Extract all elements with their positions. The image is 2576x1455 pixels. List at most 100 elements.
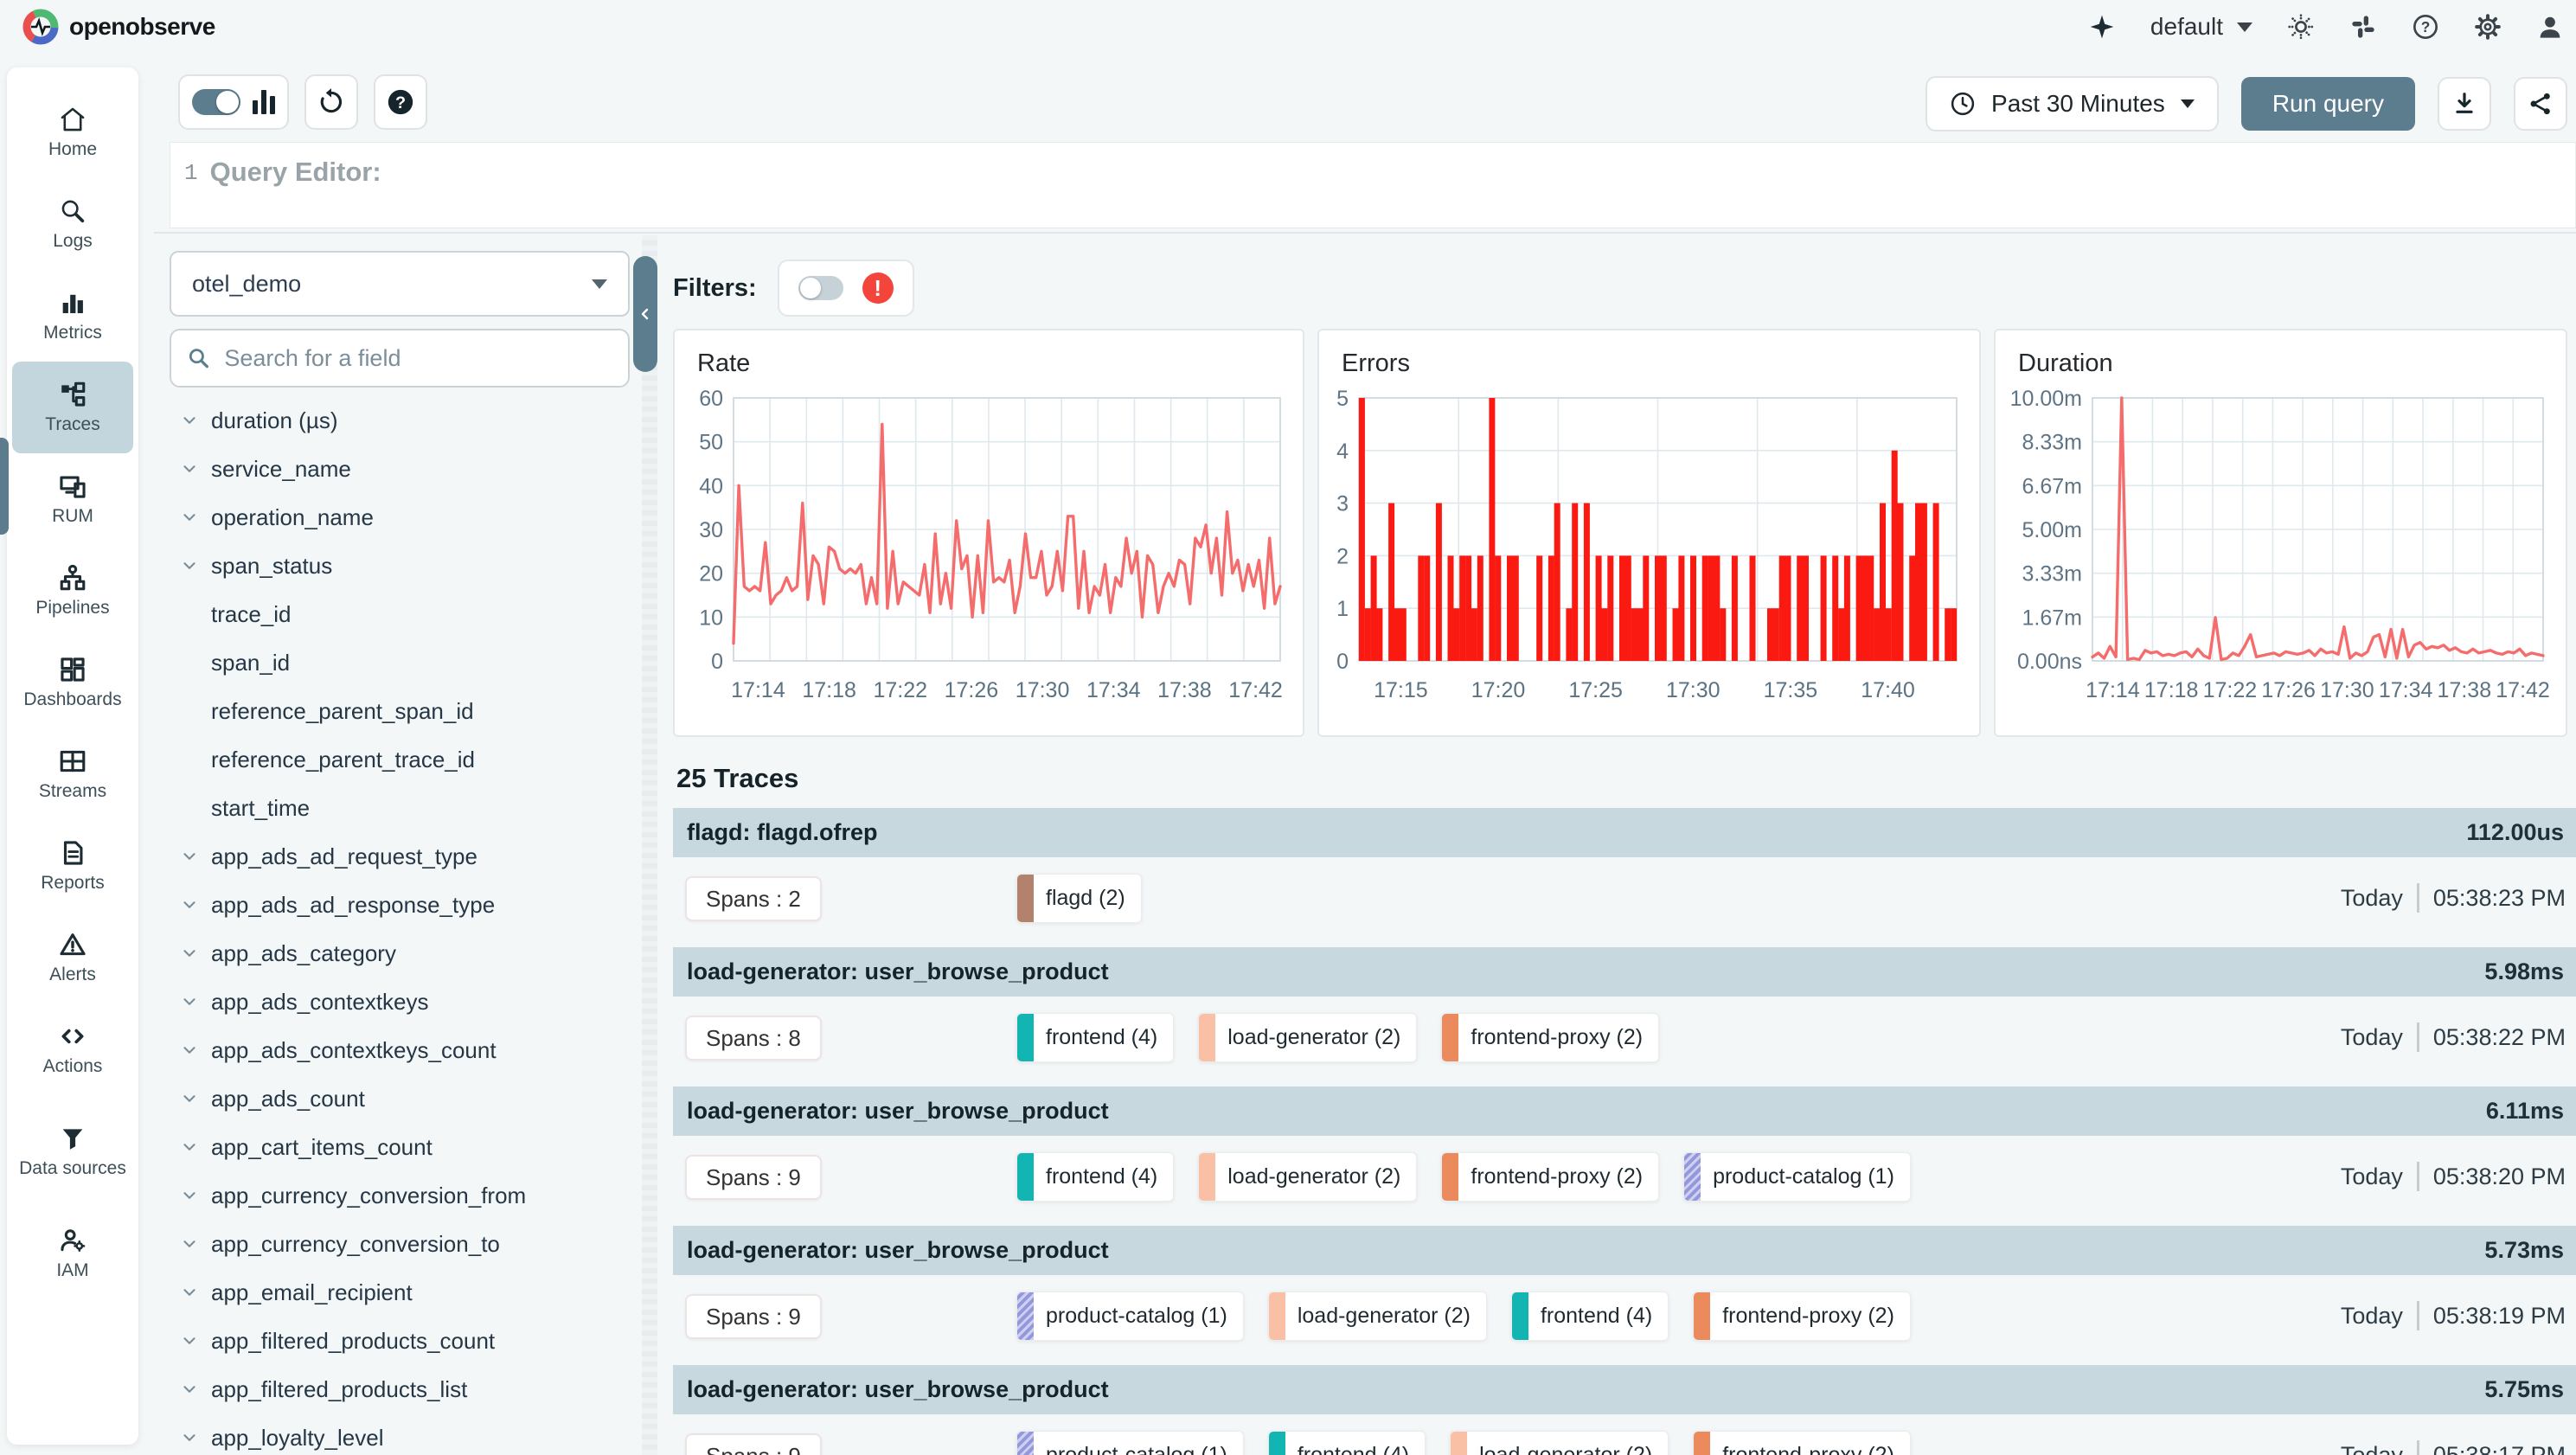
field-item[interactable]: service_name bbox=[170, 445, 630, 493]
run-query-button[interactable]: Run query bbox=[2241, 77, 2415, 131]
ai-sparkle-icon[interactable] bbox=[2088, 13, 2116, 41]
slack-icon[interactable] bbox=[2349, 13, 2377, 41]
query-help-button[interactable]: ? bbox=[374, 74, 427, 130]
sidebar-item-data-sources[interactable]: Data sources bbox=[12, 1095, 133, 1208]
service-chip-flagd[interactable]: flagd (2) bbox=[1016, 874, 1142, 923]
field-item[interactable]: operation_name bbox=[170, 493, 630, 542]
chevron-down-icon[interactable] bbox=[180, 1089, 199, 1108]
field-item[interactable]: app_ads_ad_response_type bbox=[170, 881, 630, 929]
field-item[interactable]: duration (µs) bbox=[170, 396, 630, 445]
trace-row-header[interactable]: load-generator: user_browse_product5.98m… bbox=[673, 947, 2576, 997]
sidebar-item-streams[interactable]: Streams bbox=[12, 728, 133, 820]
spans-count-button[interactable]: Spans : 9 bbox=[685, 1294, 822, 1339]
service-chip-load-generator[interactable]: load-generator (2) bbox=[1198, 1152, 1417, 1202]
spans-count-button[interactable]: Spans : 2 bbox=[685, 876, 822, 921]
sidebar-item-logs[interactable]: Logs bbox=[12, 178, 133, 270]
help-icon[interactable]: ? bbox=[2412, 13, 2439, 41]
chevron-down-icon[interactable] bbox=[180, 992, 199, 1011]
service-chip-load-generator[interactable]: load-generator (2) bbox=[1268, 1292, 1487, 1341]
sidebar-item-alerts[interactable]: Alerts bbox=[12, 912, 133, 1003]
service-chip-load-generator[interactable]: load-generator (2) bbox=[1450, 1431, 1669, 1455]
service-chip-frontend-proxy[interactable]: frontend-proxy (2) bbox=[1693, 1431, 1911, 1455]
field-item[interactable]: app_email_recipient bbox=[170, 1268, 630, 1317]
field-item[interactable]: app_filtered_products_list bbox=[170, 1365, 630, 1413]
chevron-down-icon[interactable] bbox=[180, 895, 199, 914]
collapse-fields-handle[interactable] bbox=[633, 256, 657, 372]
field-item[interactable]: app_currency_conversion_to bbox=[170, 1220, 630, 1268]
service-chip-frontend-proxy[interactable]: frontend-proxy (2) bbox=[1441, 1013, 1659, 1062]
field-item[interactable]: app_ads_ad_request_type bbox=[170, 832, 630, 881]
field-search-input[interactable] bbox=[224, 345, 612, 372]
service-chip-frontend[interactable]: frontend (4) bbox=[1016, 1013, 1174, 1062]
field-item[interactable]: app_filtered_products_count bbox=[170, 1317, 630, 1365]
chevron-down-icon[interactable] bbox=[180, 1331, 199, 1350]
field-item[interactable]: start_time bbox=[170, 784, 630, 832]
field-item[interactable]: span_id bbox=[170, 638, 630, 687]
settings-gear-icon[interactable] bbox=[2474, 13, 2502, 41]
sidebar-item-home[interactable]: Home bbox=[12, 87, 133, 178]
sidebar-item-rum[interactable]: RUM bbox=[12, 453, 133, 545]
trace-row-header[interactable]: load-generator: user_browse_product6.11m… bbox=[673, 1086, 2576, 1136]
service-chip-load-generator[interactable]: load-generator (2) bbox=[1198, 1013, 1417, 1062]
service-chip-frontend[interactable]: frontend (4) bbox=[1511, 1292, 1669, 1341]
service-chip-frontend[interactable]: frontend (4) bbox=[1268, 1431, 1426, 1455]
service-chip-frontend[interactable]: frontend (4) bbox=[1016, 1152, 1174, 1202]
field-item[interactable]: app_ads_contextkeys bbox=[170, 977, 630, 1026]
sidebar-item-pipelines[interactable]: Pipelines bbox=[12, 545, 133, 637]
time-range-selector[interactable]: Past 30 Minutes bbox=[1926, 76, 2219, 131]
download-button[interactable] bbox=[2438, 77, 2491, 131]
field-item[interactable]: app_ads_count bbox=[170, 1074, 630, 1123]
chevron-down-icon[interactable] bbox=[180, 1234, 199, 1253]
service-chip-frontend-proxy[interactable]: frontend-proxy (2) bbox=[1441, 1152, 1659, 1202]
field-item[interactable]: reference_parent_span_id bbox=[170, 687, 630, 735]
sql-mode-toggle[interactable] bbox=[192, 89, 240, 115]
filters-toggle[interactable] bbox=[798, 276, 843, 300]
service-chip-frontend-proxy[interactable]: frontend-proxy (2) bbox=[1693, 1292, 1911, 1341]
chevron-down-icon[interactable] bbox=[180, 411, 199, 430]
field-item[interactable]: app_currency_conversion_from bbox=[170, 1171, 630, 1220]
org-selector[interactable]: default bbox=[2150, 13, 2252, 41]
spans-count-button[interactable]: Spans : 9 bbox=[685, 1433, 822, 1455]
field-item[interactable]: app_ads_contextkeys_count bbox=[170, 1026, 630, 1074]
stream-selector[interactable]: otel_demo bbox=[170, 251, 630, 317]
histogram-toggle-icon[interactable] bbox=[253, 90, 275, 114]
spans-count-button[interactable]: Spans : 8 bbox=[685, 1016, 822, 1061]
field-item[interactable]: app_ads_category bbox=[170, 929, 630, 977]
service-chip-product-catalog[interactable]: product-catalog (1) bbox=[1016, 1292, 1244, 1341]
field-item[interactable]: app_cart_items_count bbox=[170, 1123, 630, 1171]
chevron-down-icon[interactable] bbox=[180, 1186, 199, 1205]
chevron-down-icon[interactable] bbox=[180, 1380, 199, 1399]
field-item[interactable]: span_status bbox=[170, 542, 630, 590]
logo[interactable]: openobserve bbox=[0, 9, 215, 45]
chevron-down-icon[interactable] bbox=[180, 944, 199, 963]
chevron-down-icon[interactable] bbox=[180, 1283, 199, 1302]
trace-row-header[interactable]: load-generator: user_browse_product5.75m… bbox=[673, 1365, 2576, 1414]
sidebar-item-traces[interactable]: Traces bbox=[12, 362, 133, 453]
chevron-down-icon[interactable] bbox=[180, 1041, 199, 1060]
service-chip-product-catalog[interactable]: product-catalog (1) bbox=[1683, 1152, 1911, 1202]
spans-count-button[interactable]: Spans : 9 bbox=[685, 1155, 822, 1200]
query-editor[interactable]: 1 Query Editor: bbox=[170, 142, 2576, 228]
sidebar-item-reports[interactable]: Reports bbox=[12, 820, 133, 912]
chevron-down-icon[interactable] bbox=[180, 1428, 199, 1447]
trace-row-header[interactable]: flagd: flagd.ofrep112.00us bbox=[673, 808, 2576, 857]
field-item[interactable]: app_loyalty_level bbox=[170, 1413, 630, 1455]
field-item[interactable]: trace_id bbox=[170, 590, 630, 638]
sidebar-item-iam[interactable]: IAM bbox=[12, 1208, 133, 1299]
sidebar-item-actions[interactable]: Actions bbox=[12, 1003, 133, 1095]
chevron-down-icon[interactable] bbox=[180, 459, 199, 478]
sidebar-item-metrics[interactable]: Metrics bbox=[12, 270, 133, 362]
chevron-down-icon[interactable] bbox=[180, 508, 199, 527]
share-button[interactable] bbox=[2514, 77, 2567, 131]
field-item[interactable]: reference_parent_trace_id bbox=[170, 735, 630, 784]
chevron-down-icon[interactable] bbox=[180, 847, 199, 866]
chevron-down-icon[interactable] bbox=[180, 556, 199, 575]
trace-row-header[interactable]: load-generator: user_browse_product5.73m… bbox=[673, 1226, 2576, 1275]
refresh-button[interactable] bbox=[304, 74, 358, 130]
chevron-down-icon[interactable] bbox=[180, 1138, 199, 1157]
theme-light-icon[interactable] bbox=[2287, 13, 2315, 41]
service-chip-product-catalog[interactable]: product-catalog (1) bbox=[1016, 1431, 1244, 1455]
user-icon[interactable] bbox=[2536, 13, 2564, 41]
panel-splitter[interactable] bbox=[642, 235, 657, 1455]
sidebar-item-dashboards[interactable]: Dashboards bbox=[12, 637, 133, 728]
